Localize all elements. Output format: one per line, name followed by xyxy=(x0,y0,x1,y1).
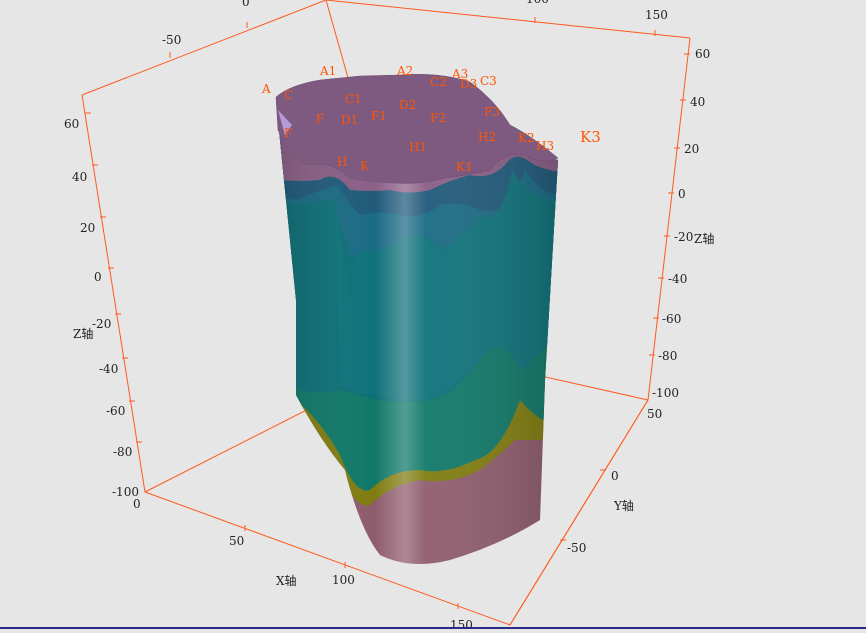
borehole-label: D2 xyxy=(399,98,416,112)
borehole-label: H xyxy=(337,155,347,169)
borehole-label: A1 xyxy=(319,64,336,78)
x-title: X轴 xyxy=(276,573,297,588)
z-right-tick: -40 xyxy=(668,272,687,286)
top-y-tick: 100 xyxy=(526,0,549,6)
z-right-tick: 20 xyxy=(684,142,699,156)
x-tick: 100 xyxy=(332,573,355,587)
z-right-tick: 60 xyxy=(695,47,710,61)
z-right-tick: -80 xyxy=(658,349,677,363)
z-right-tick: -20 xyxy=(674,230,693,244)
z-left-tick: -80 xyxy=(113,445,132,459)
borehole-label: F xyxy=(284,126,292,140)
borehole-label: C1 xyxy=(345,92,362,106)
z-left-tick: -20 xyxy=(92,317,111,331)
top-x-tick: 0 xyxy=(242,0,250,9)
borehole-label: H2 xyxy=(478,130,496,144)
borehole-label: H1 xyxy=(409,140,427,154)
borehole-label: F1 xyxy=(371,109,387,123)
z-right-tick: -60 xyxy=(662,312,681,326)
x-tick: 0 xyxy=(133,497,141,511)
y-tick: -50 xyxy=(567,541,586,555)
y-tick: 0 xyxy=(611,469,619,483)
borehole-label: C3 xyxy=(480,74,497,88)
borehole-label: C xyxy=(284,88,293,102)
top-x-tick: -50 xyxy=(162,33,181,47)
z-right-tick: 40 xyxy=(690,95,705,109)
borehole-label: A xyxy=(261,82,271,96)
z-left-tick: -40 xyxy=(99,362,118,376)
borehole-label: D1 xyxy=(341,113,358,127)
z-left-tick: -60 xyxy=(106,404,125,418)
borehole-label: F2 xyxy=(430,111,446,125)
borehole-label: D3 xyxy=(460,77,477,91)
borehole-label: H3 xyxy=(536,139,554,153)
geology-model-svg: -50 0 100 150 60 40 20 0 -20 -40 -60 -80… xyxy=(64,0,714,632)
z-right-tick: 0 xyxy=(678,187,686,201)
borehole-label: C2 xyxy=(430,75,447,89)
borehole-label: K xyxy=(360,159,370,173)
borehole-label: K2 xyxy=(518,131,535,145)
z-left-tick: 0 xyxy=(94,270,102,284)
borehole-label: F xyxy=(316,112,324,126)
z-left-tick: 20 xyxy=(80,221,95,235)
borehole-label: A2 xyxy=(396,64,413,78)
y-title: Y轴 xyxy=(613,498,634,513)
z-right-title: Z轴 xyxy=(694,231,714,246)
z-left-tick: 40 xyxy=(72,170,87,184)
top-y-tick: 150 xyxy=(645,8,668,22)
borehole-label: K1 xyxy=(456,160,473,174)
z-left-tick: 60 xyxy=(64,117,79,131)
z-right-tick: -100 xyxy=(652,386,679,400)
x-tick: 50 xyxy=(229,534,244,548)
borehole-label: F3 xyxy=(484,105,500,119)
z-left-title: Z轴 xyxy=(73,326,93,341)
y-tick: 50 xyxy=(647,407,662,421)
3d-geology-viewport[interactable]: -50 0 100 150 60 40 20 0 -20 -40 -60 -80… xyxy=(0,0,866,632)
borehole-label: K3 xyxy=(580,128,601,146)
